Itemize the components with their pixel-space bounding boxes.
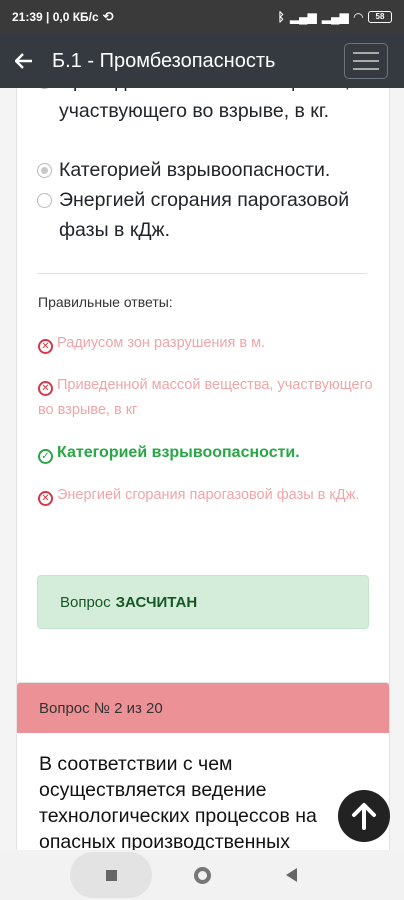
check-circle-icon: ✓ [38,449,53,464]
answer-correct: ✓ Категорией взрывоопасности. [38,440,373,465]
radio-button[interactable] [37,88,52,89]
answer-wrong: ✕ Радиусом зон разрушения в м. [38,331,373,356]
wifi-icon: ◠ [353,10,363,24]
question-text: В соответствии с чем осуществляется веде… [39,753,317,850]
status-icons: ᛒ ▂▄▆ ▂▄▆ ◠ 58 [278,10,392,24]
question-card-2: Вопрос № 2 из 20 В соответствии с чем ос… [16,682,390,850]
home-icon[interactable] [194,867,211,884]
menu-button[interactable] [344,43,388,79]
result-prefix: Вопрос [60,593,111,611]
signal-icon: ▂▄▆ [289,10,317,24]
bluetooth-icon: ᛒ [277,10,285,24]
divider [37,273,367,274]
option-category[interactable]: Категорией взрывоопасности. [37,155,367,185]
x-circle-icon: ✕ [38,381,53,396]
option-mass[interactable]: Приведенной массой вещества, участвующег… [37,88,367,126]
question-header: Вопрос № 2 из 20 [17,683,389,733]
hamburger-menu-icon [353,52,379,54]
x-circle-icon: ✕ [38,339,53,354]
status-time-speed: 21:39 | 0,0 КБ/с [12,10,99,24]
status-bar: 21:39 | 0,0 КБ/с ⟲ ᛒ ▂▄▆ ▂▄▆ ◠ 58 [0,0,404,34]
radio-button[interactable] [37,193,52,208]
sync-off-icon: ⟲ [102,9,114,24]
option-label: Энергией сгорания парогазовой фазы в кДж… [59,189,350,241]
result-alert: Вопрос ЗАСЧИТАН [37,575,369,629]
battery-icon: 58 [368,11,392,23]
signal-icon-2: ▂▄▆ [321,10,349,24]
page-title: Б.1 - Промбезопасность [52,49,276,72]
recents-icon[interactable] [106,870,117,881]
arrow-left-icon [15,53,32,69]
scroll-top-button[interactable] [338,790,390,842]
answer-wrong: ✕ Энергией сгорания парогазовой фазы в кД… [38,483,373,508]
back-triangle-icon[interactable] [286,868,297,882]
correct-answers-label: Правильные ответы: [38,294,173,310]
answer-wrong: ✕ Приведенной массой вещества, участвующе… [38,377,373,418]
system-nav-bar [0,850,404,900]
x-circle-icon: ✕ [38,491,53,506]
option-label: Приведенной массой вещества, участвующег… [59,88,350,122]
scroll-content[interactable]: Приведенной массой вещества, участвующег… [0,88,404,850]
option-label: Категорией взрывоопасности. [59,159,331,181]
question-card: Приведенной массой вещества, участвующег… [16,88,390,751]
radio-button-selected[interactable] [37,163,52,178]
result-status: ЗАСЧИТАН [115,593,198,611]
back-button[interactable] [0,34,48,88]
option-energy[interactable]: Энергией сгорания парогазовой фазы в кДж… [37,185,367,245]
app-bar: Б.1 - Промбезопасность [0,34,404,88]
arrow-up-icon [352,803,376,830]
